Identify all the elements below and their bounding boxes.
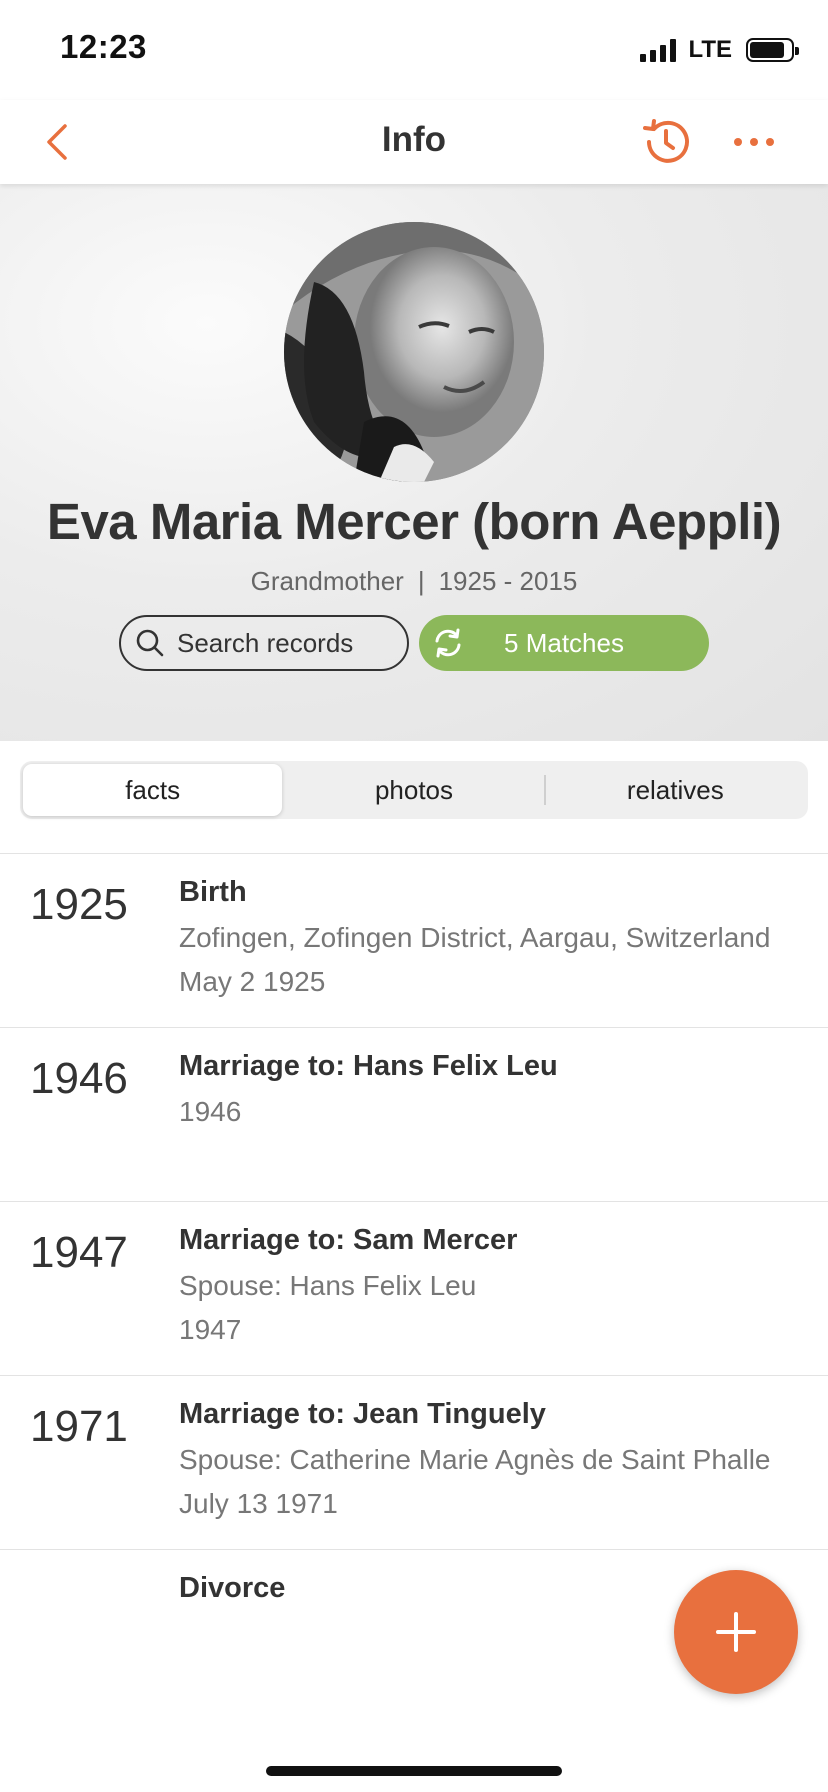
separator: | — [417, 566, 425, 596]
fact-date: July 13 1971 — [179, 1488, 338, 1519]
sync-icon — [435, 628, 461, 658]
tab-photos[interactable]: photos — [284, 764, 543, 816]
history-button[interactable] — [638, 114, 694, 170]
fact-spouse: Spouse: Hans Felix Leu — [179, 1270, 477, 1301]
fact-title: Marriage to: Jean Tinguely — [179, 1398, 546, 1430]
tab-relatives[interactable]: relatives — [546, 764, 805, 816]
fact-row[interactable]: 1971 Marriage to: Jean Tinguely Spouse: … — [0, 1376, 828, 1550]
person-name: Eva Maria Mercer (born Aeppli) — [46, 493, 782, 550]
status-time: 12:23 — [60, 28, 147, 65]
fact-title: Marriage to: Hans Felix Leu — [179, 1050, 558, 1082]
avatar[interactable] — [284, 222, 544, 482]
signal-icon — [640, 38, 677, 62]
fact-place: Zofingen, Zofingen District, Aargau, Swi… — [179, 922, 771, 953]
portrait-photo — [284, 222, 544, 482]
network-label: LTE — [688, 36, 732, 63]
fact-year: 1971 — [30, 1402, 128, 1451]
status-bar: 12:23 LTE — [0, 0, 828, 100]
add-fact-button[interactable] — [674, 1570, 798, 1694]
fact-date: May 2 1925 — [179, 966, 326, 997]
person-summary: Grandmother | 1925 - 2015 — [0, 566, 828, 597]
search-records-button[interactable]: Search records — [119, 615, 409, 671]
fact-year: 1947 — [30, 1228, 128, 1277]
fact-row[interactable]: 1925 Birth Zofingen, Zofingen District, … — [0, 854, 828, 1028]
fact-year: 1925 — [30, 880, 128, 929]
page-title: Info — [381, 120, 447, 159]
status-indicators: LTE — [640, 36, 799, 64]
history-icon — [643, 119, 689, 163]
lifespan-label: 1925 - 2015 — [438, 566, 578, 596]
fact-title: Birth — [179, 876, 247, 908]
battery-icon — [746, 38, 799, 62]
fact-date: 1946 — [179, 1096, 242, 1127]
tab-facts[interactable]: facts — [23, 764, 283, 816]
plus-icon — [716, 1612, 756, 1652]
fact-title: Divorce — [179, 1572, 286, 1604]
more-dots-icon — [734, 138, 774, 146]
fact-year: 1946 — [30, 1054, 128, 1103]
navigation-bar: Info — [0, 100, 828, 184]
home-indicator — [266, 1766, 562, 1776]
more-options-button[interactable] — [726, 114, 782, 170]
fact-row[interactable]: 1947 Marriage to: Sam Mercer Spouse: Han… — [0, 1202, 828, 1376]
search-icon — [136, 629, 164, 657]
search-records-label: Search records — [177, 627, 354, 658]
tab-bar: facts photos relatives — [20, 761, 808, 819]
profile-header: Eva Maria Mercer (born Aeppli) Grandmoth… — [0, 184, 828, 741]
fact-date: 1947 — [179, 1314, 242, 1345]
relation-label: Grandmother — [250, 566, 404, 596]
fact-row[interactable]: 1946 Marriage to: Hans Felix Leu 1946 — [0, 1028, 828, 1202]
fact-title: Marriage to: Sam Mercer — [179, 1224, 518, 1256]
fact-spouse: Spouse: Catherine Marie Agnès de Saint P… — [179, 1444, 771, 1475]
matches-button[interactable]: 5 Matches — [419, 615, 709, 671]
